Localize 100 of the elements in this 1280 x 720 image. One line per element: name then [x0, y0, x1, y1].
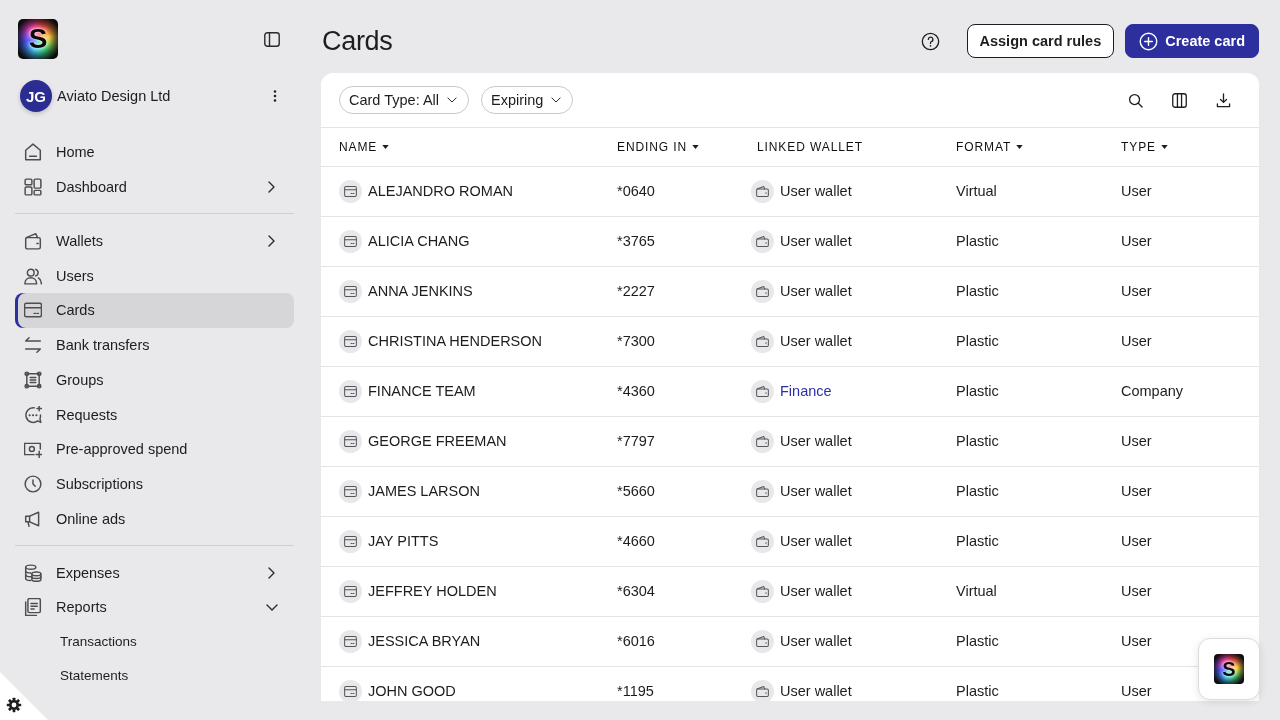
wallet-icon — [751, 430, 774, 453]
nav-subitem[interactable]: Statements — [55, 658, 294, 693]
chevron-down-icon — [447, 97, 457, 103]
card-ending: *6304 — [617, 583, 655, 600]
card-icon — [339, 480, 362, 503]
card-ending: *5660 — [617, 483, 655, 500]
organization-name[interactable]: Aviato Design Ltd — [57, 88, 273, 104]
column-header[interactable]: NAME — [339, 140, 390, 154]
nav-item[interactable]: Bank transfers — [15, 327, 294, 363]
columns-icon[interactable] — [1172, 92, 1187, 108]
wallet-name: User wallet — [780, 583, 852, 600]
home-icon — [24, 143, 42, 162]
nav-item[interactable]: Cards — [15, 293, 294, 328]
wallet-name: User wallet — [780, 483, 852, 500]
cardholder-name: JAMES LARSON — [368, 483, 480, 500]
settings-icon[interactable] — [6, 697, 22, 713]
filter-dropdown[interactable]: Card Type: All — [339, 86, 469, 114]
card-icon — [24, 301, 42, 320]
card-type: User — [1121, 433, 1152, 450]
cardholder-name: ANNA JENKINS — [368, 283, 473, 300]
card-format: Virtual — [956, 583, 997, 600]
card-icon — [339, 530, 362, 553]
card-icon — [339, 280, 362, 303]
card-icon — [339, 230, 362, 253]
wallet-icon — [751, 180, 774, 203]
wallet-icon — [24, 231, 42, 250]
primary-action-button[interactable]: Create card — [1125, 24, 1259, 58]
wallet-name: User wallet — [780, 533, 852, 550]
help-icon[interactable] — [920, 31, 940, 51]
card-icon — [339, 680, 362, 701]
wallet-name: User wallet — [780, 333, 852, 350]
wallet-icon — [751, 630, 774, 653]
nav-item[interactable]: Subscriptions — [15, 466, 294, 502]
column-header[interactable]: ENDING IN — [617, 140, 700, 154]
cardholder-name: GEORGE FREEMAN — [368, 433, 507, 450]
card-format: Virtual — [956, 183, 997, 200]
card-format: Plastic — [956, 433, 999, 450]
nav-subitem[interactable]: Transactions — [55, 624, 294, 659]
plus-circle-icon — [1139, 31, 1159, 51]
nav-item[interactable]: Wallets — [15, 223, 294, 259]
wallet-name: User wallet — [780, 183, 852, 200]
chat-plus-icon — [24, 405, 42, 424]
card-type: User — [1121, 583, 1152, 600]
card-format: Plastic — [956, 633, 999, 650]
sort-caret-icon — [1016, 145, 1024, 149]
column-header[interactable]: TYPE — [1121, 140, 1168, 154]
nav-item[interactable]: Reports — [15, 590, 294, 625]
cardholder-name: JAY PITTS — [368, 533, 439, 550]
cardholder-name: JEFFREY HOLDEN — [368, 583, 497, 600]
filter-dropdown[interactable]: Expiring — [481, 86, 574, 114]
wallet-icon — [751, 380, 774, 403]
page-title: Cards — [321, 25, 393, 57]
card-ending: *4360 — [617, 383, 655, 400]
card-ending: *0640 — [617, 183, 655, 200]
card-icon — [339, 380, 362, 403]
card-type: Company — [1121, 383, 1184, 400]
sort-caret-icon — [1160, 145, 1168, 149]
card-format: Plastic — [956, 483, 999, 500]
nav-item[interactable]: Dashboard — [15, 169, 294, 205]
chevron-down-icon — [551, 97, 562, 103]
search-icon[interactable] — [1128, 92, 1143, 108]
cardholder-name: FINANCE TEAM — [368, 383, 476, 400]
nav-item[interactable]: Home — [15, 135, 294, 170]
wallet-icon — [751, 230, 774, 253]
nav-item[interactable]: Requests — [15, 397, 294, 432]
card-ending: *1195 — [617, 683, 654, 700]
card-ending: *4660 — [617, 533, 655, 550]
nav-item[interactable]: Expenses — [15, 555, 294, 590]
download-icon[interactable] — [1216, 92, 1231, 108]
card-format: Plastic — [956, 683, 999, 700]
nav-item[interactable]: Users — [15, 258, 294, 293]
wallet-name: User wallet — [780, 233, 852, 250]
cardholder-name: ALICIA CHANG — [368, 233, 470, 250]
wallet-link[interactable]: Finance — [780, 383, 832, 400]
cardholder-name: JOHN GOOD — [368, 683, 456, 700]
card-format: Plastic — [956, 233, 999, 250]
card-ending: *6016 — [617, 633, 655, 650]
sort-caret-icon — [382, 145, 390, 149]
nav-item[interactable]: Online ads — [15, 501, 294, 537]
card-type: User — [1121, 683, 1152, 700]
outline-button[interactable]: Assign card rules — [966, 24, 1115, 58]
sidebar-toggle-icon[interactable] — [264, 31, 280, 47]
card-ending: *2227 — [617, 283, 655, 300]
column-header[interactable]: FORMAT — [956, 140, 1024, 154]
card-type: User — [1121, 633, 1152, 650]
wallet-icon — [751, 480, 774, 503]
group-frame-icon — [24, 370, 42, 389]
card-icon — [339, 180, 362, 203]
card-icon — [339, 330, 362, 353]
card-icon — [339, 630, 362, 653]
nav-item[interactable]: Pre-approved spend — [15, 432, 294, 467]
cardholder-name: CHRISTINA HENDERSON — [368, 333, 543, 350]
more-icon[interactable] — [273, 90, 277, 102]
users-icon — [24, 266, 42, 285]
card-format: Plastic — [956, 383, 999, 400]
sort-caret-icon — [692, 145, 700, 149]
wallet-icon — [751, 330, 774, 353]
clock-icon — [24, 475, 42, 494]
wallet-icon — [751, 580, 774, 603]
nav-item[interactable]: Groups — [15, 362, 294, 398]
